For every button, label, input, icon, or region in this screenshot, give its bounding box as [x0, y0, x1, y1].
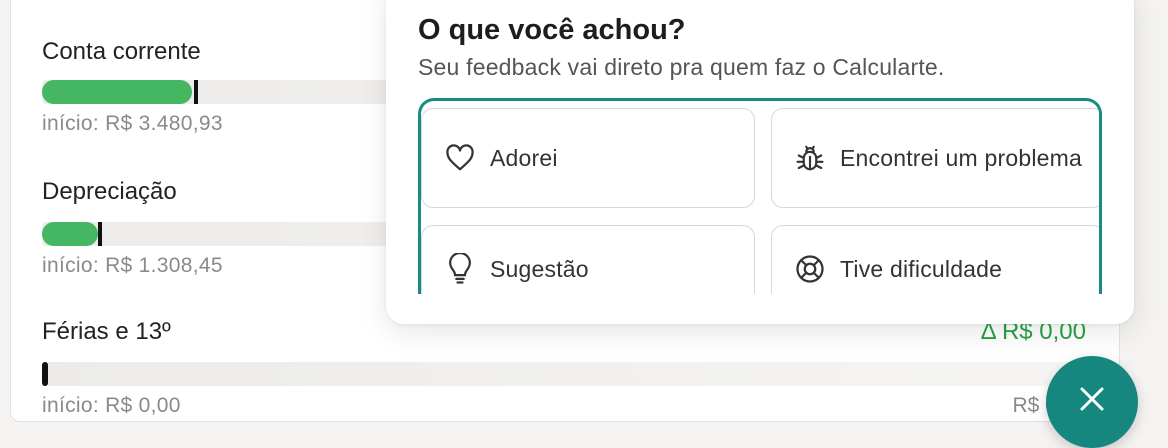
feedback-subtitle: Seu feedback vai direto pra quem faz o C…	[418, 54, 945, 80]
balance-marker	[98, 222, 102, 246]
option-label: Encontrei um problema	[840, 145, 1082, 171]
feedback-option-dificuldade[interactable]: Tive dificuldade	[771, 225, 1099, 294]
lightbulb-icon	[444, 253, 476, 285]
balance-marker	[194, 80, 198, 104]
account-start-value: início: R$ 3.480,93	[42, 112, 223, 135]
feedback-option-sugestao[interactable]: Sugestão	[421, 225, 755, 294]
close-icon	[1080, 387, 1104, 411]
close-feedback-button[interactable]	[1046, 356, 1138, 448]
account-title: Férias e 13º	[42, 318, 171, 345]
feedback-title: O que você achou?	[418, 14, 686, 46]
feedback-option-problema[interactable]: Encontrei um problema	[771, 108, 1099, 208]
feedback-option-adorei[interactable]: Adorei	[421, 108, 755, 208]
account-title: Conta corrente	[42, 38, 201, 65]
option-label: Tive dificuldade	[840, 256, 1003, 282]
account-title: Depreciação	[42, 178, 177, 205]
balance-fill	[42, 362, 48, 386]
option-label: Adorei	[490, 145, 558, 171]
account-start-value: início: R$ 0,00	[42, 394, 181, 417]
balance-track	[42, 362, 1086, 386]
bug-icon	[794, 142, 826, 174]
feedback-popover: O que você achou? Seu feedback vai diret…	[386, 0, 1134, 324]
option-label: Sugestão	[490, 256, 589, 282]
account-start-value: início: R$ 1.308,45	[42, 254, 223, 277]
heart-icon	[444, 142, 476, 174]
balance-fill	[42, 222, 98, 246]
lifebuoy-icon	[794, 253, 826, 285]
balance-fill	[42, 80, 192, 104]
feedback-options: Adorei Encontrei um problema Sugestão Ti…	[418, 98, 1102, 294]
